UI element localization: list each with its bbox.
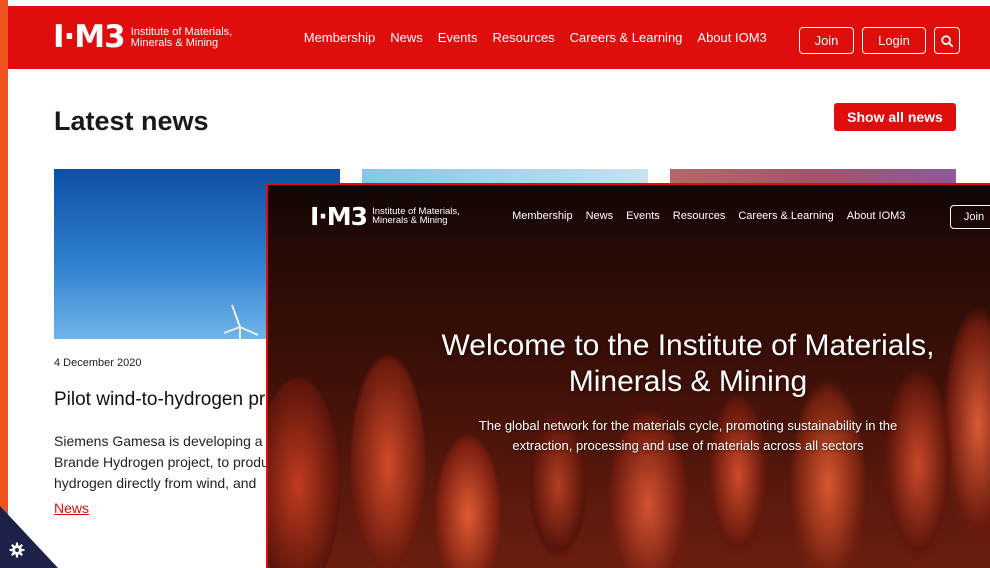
hero-nav-membership[interactable]: Membership	[512, 210, 573, 222]
gear-icon[interactable]	[8, 541, 26, 559]
hero-logo-mark: I·M3	[310, 201, 368, 231]
news-date: 4 December 2020	[54, 357, 142, 369]
site-logo[interactable]: I·M3 Institute of Materials, Minerals & …	[53, 22, 251, 53]
main-nav: Membership News Events Resources Careers…	[304, 30, 782, 45]
nav-about[interactable]: About IOM3	[697, 30, 766, 45]
nav-membership[interactable]: Membership	[304, 30, 376, 45]
latest-news-heading: Latest news	[54, 106, 209, 136]
header-actions: Join Login	[791, 27, 960, 54]
search-button[interactable]	[934, 27, 960, 54]
hero-join-button[interactable]: Join	[950, 205, 990, 229]
hero-nav-careers-learning[interactable]: Careers & Learning	[738, 210, 833, 222]
hero-header: I·M3 Institute of Materials, Minerals & …	[268, 185, 990, 247]
hero-logo-text: Institute of Materials, Minerals & Minin…	[372, 206, 472, 226]
nav-events[interactable]: Events	[438, 30, 478, 45]
nav-news[interactable]: News	[390, 30, 423, 45]
hero-nav-about[interactable]: About IOM3	[847, 210, 906, 222]
site-header: I·M3 Institute of Materials, Minerals & …	[8, 6, 990, 69]
news-category-link[interactable]: News	[54, 500, 89, 516]
hero-logo[interactable]: I·M3 Institute of Materials, Minerals & …	[310, 204, 472, 229]
login-button[interactable]: Login	[862, 27, 926, 54]
logo-line-2: Minerals & Mining	[130, 36, 219, 49]
join-button[interactable]: Join	[799, 27, 854, 54]
search-icon	[941, 34, 954, 47]
nav-careers-learning[interactable]: Careers & Learning	[570, 30, 683, 45]
hero-section: I·M3 Institute of Materials, Minerals & …	[266, 183, 990, 568]
hero-nav: Membership News Events Resources Careers…	[512, 210, 918, 222]
logo-mark: I·M3	[53, 19, 126, 55]
nav-resources[interactable]: Resources	[493, 30, 555, 45]
logo-text: Institute of Materials, Minerals & Minin…	[130, 26, 251, 49]
hero-title-line-2: Minerals & Mining	[568, 365, 808, 398]
hero-subtitle: The global network for the materials cyc…	[448, 416, 928, 456]
hero-nav-news[interactable]: News	[586, 210, 614, 222]
hero-logo-line-2: Minerals & Mining	[372, 215, 448, 226]
news-headline[interactable]: Pilot wind-to-hydrogen pr	[54, 389, 265, 411]
hero-nav-resources[interactable]: Resources	[673, 210, 726, 222]
show-all-news-button[interactable]: Show all news	[834, 103, 956, 131]
hero-title-line-1: Welcome to the Institute of Materials,	[441, 329, 935, 362]
hero-subtitle-line-1: The global network for the materials cyc…	[478, 418, 898, 433]
hero-title: Welcome to the Institute of Materials, M…	[418, 328, 958, 400]
hero-nav-events[interactable]: Events	[626, 210, 660, 222]
hero-subtitle-line-2: extraction, processing and use of materi…	[512, 438, 864, 453]
